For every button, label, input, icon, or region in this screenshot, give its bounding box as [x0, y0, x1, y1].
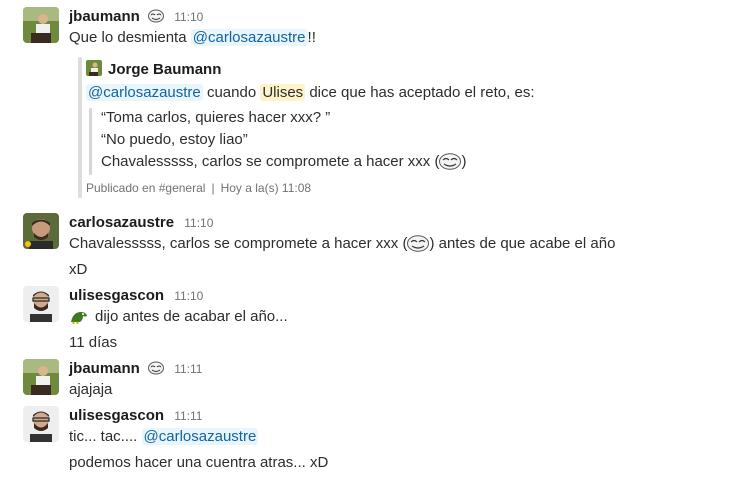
message-text: 11 días	[69, 334, 118, 351]
message-text-part: Chavalesssss, carlos se compromete a hac…	[69, 235, 408, 252]
user-mention[interactable]: @carlosazaustre	[190, 29, 308, 46]
username[interactable]: ulisesgascon	[69, 287, 164, 304]
quote-line: Chavalesssss, carlos se compromete a hac…	[101, 153, 466, 174]
avatar[interactable]	[23, 213, 59, 249]
quote-line: “No puedo, estoy liao”	[101, 131, 248, 148]
avatar[interactable]	[23, 286, 59, 322]
message-text-part: !!	[307, 29, 316, 46]
message-text: ajajaja	[69, 381, 113, 398]
trollface-icon	[148, 9, 165, 27]
footer-separator: |	[211, 181, 215, 195]
username[interactable]: ulisesgascon	[69, 407, 164, 424]
timestamp[interactable]: 11:11	[174, 409, 202, 423]
avatar[interactable]	[23, 7, 59, 43]
username[interactable]: carlosazaustre	[69, 214, 174, 231]
avatar[interactable]	[23, 359, 59, 395]
timestamp[interactable]: 11:10	[174, 289, 203, 303]
attachment-footer: Publicado en #general | Hoy a la(s) 11:08	[86, 181, 311, 195]
message-text-part: tic... tac....	[69, 428, 142, 445]
message-text: xD	[69, 261, 88, 278]
user-mention[interactable]: @carlosazaustre	[86, 84, 203, 101]
attachment-author-name[interactable]: Jorge Baumann	[108, 61, 221, 78]
highlighted-word: Ulises	[260, 84, 306, 101]
avatar[interactable]	[23, 406, 59, 442]
timestamp[interactable]: 11:10	[184, 216, 213, 230]
user-mention[interactable]: @carlosazaustre	[141, 428, 259, 445]
quote-line-text: Chavalesssss, carlos se compromete a hac…	[101, 153, 440, 170]
dinosaur-icon	[69, 308, 89, 328]
timestamp[interactable]: 11:10	[174, 10, 203, 24]
message-text: dijo antes de acabar el año...	[69, 308, 288, 328]
trollface-icon	[148, 361, 165, 379]
message-text-part: dijo antes de acabar el año...	[95, 308, 288, 325]
username[interactable]: jbaumann	[69, 8, 140, 25]
quote-line-text: )	[461, 153, 467, 170]
attachment-text: @carlosazaustre cuando Ulises dice que h…	[86, 84, 535, 101]
quote-border	[89, 108, 92, 175]
trollface-icon	[407, 235, 430, 256]
posted-time[interactable]: Hoy a la(s) 11:08	[221, 181, 312, 195]
username[interactable]: jbaumann	[69, 360, 140, 377]
attachment-border	[78, 57, 82, 198]
message-text: Chavalesssss, carlos se compromete a hac…	[69, 235, 615, 256]
trollface-icon	[439, 153, 462, 174]
message-text-part: ) antes de que acabe el año	[429, 235, 616, 252]
posted-in-link[interactable]: Publicado en #general	[86, 181, 205, 195]
timestamp[interactable]: 11:11	[174, 362, 202, 376]
quote-line: “Toma carlos, quieres hacer xxx? ”	[101, 109, 331, 126]
attachment-text-part: dice que has aceptado el reto, es:	[305, 84, 535, 101]
message-text: Que lo desmienta @carlosazaustre!!	[69, 29, 316, 46]
message-text: tic... tac.... @carlosazaustre	[69, 428, 259, 445]
message-text: podemos hacer una cuentra atras... xD	[69, 454, 329, 471]
avatar	[86, 60, 102, 76]
attachment-text-part: cuando	[202, 84, 261, 101]
attachment-author[interactable]: Jorge Baumann	[86, 60, 221, 78]
message-text-part: Que lo desmienta	[69, 29, 191, 46]
